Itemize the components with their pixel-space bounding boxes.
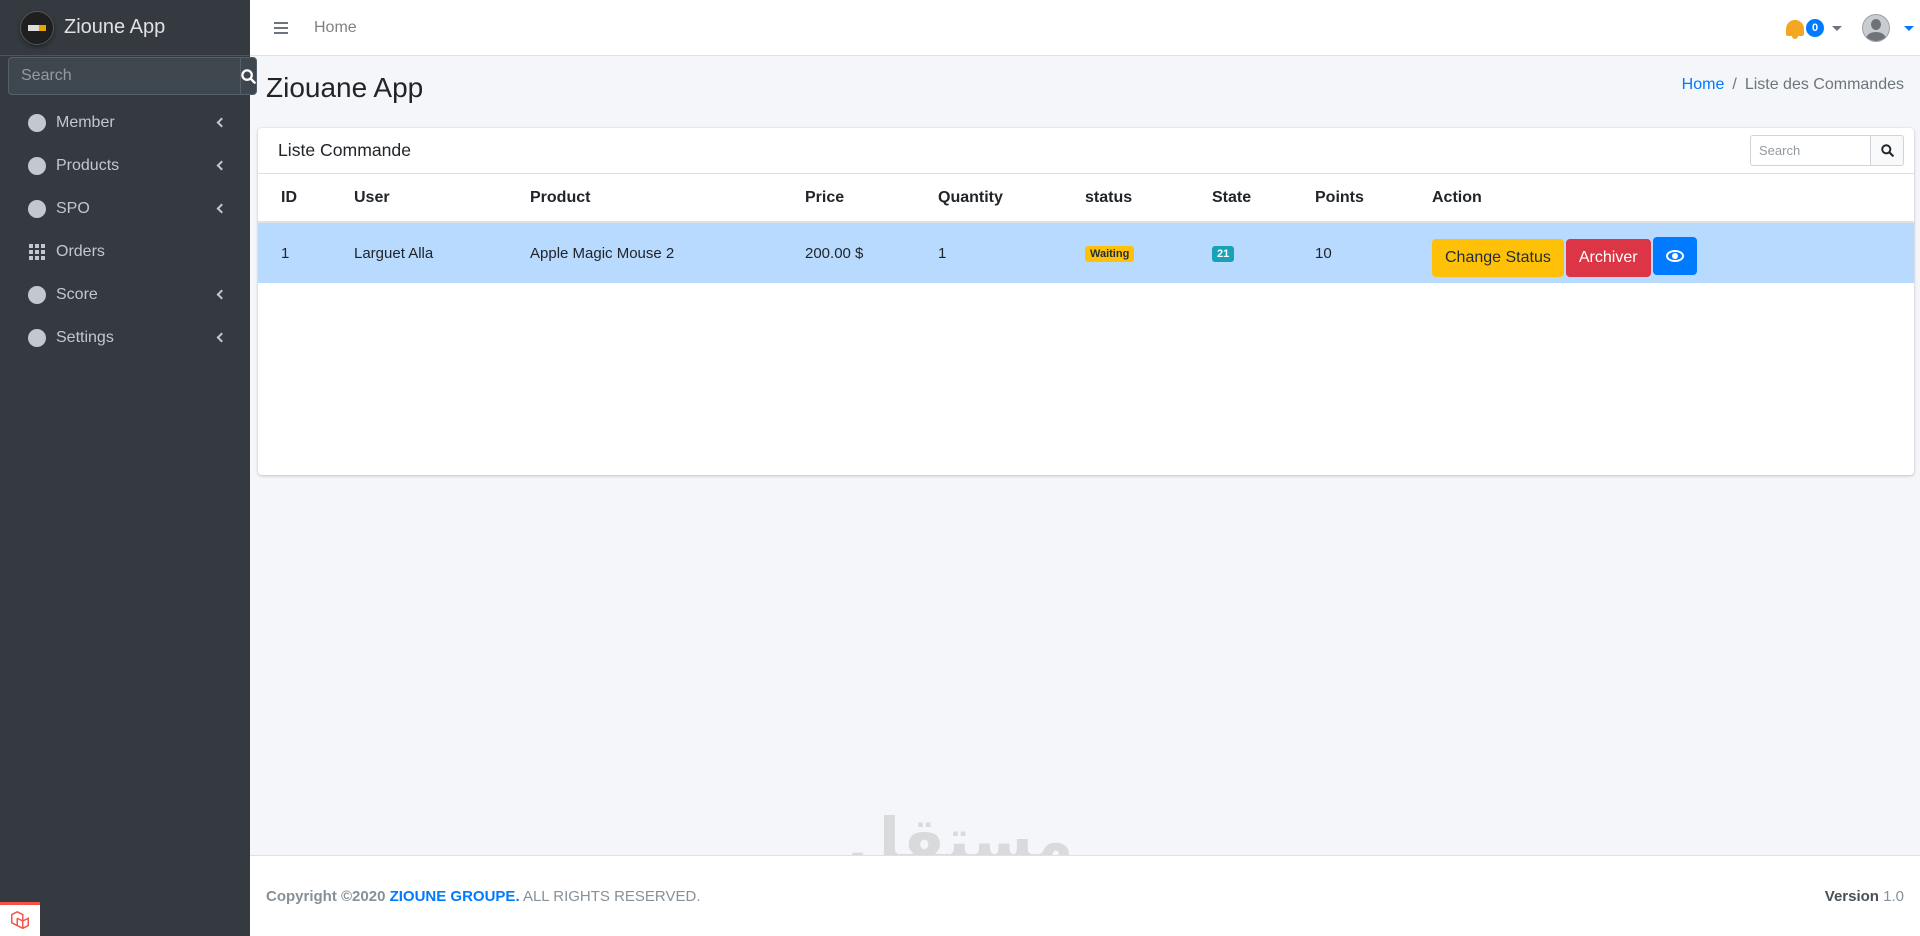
- top-right-menu: 0: [1784, 0, 1920, 56]
- sidebar-item-label: Member: [56, 113, 115, 131]
- chevron-left-icon: [216, 160, 227, 171]
- sidebar-search-button[interactable]: [240, 57, 257, 95]
- version-value: 1.0: [1883, 887, 1904, 905]
- bell-icon: [1784, 17, 1806, 39]
- cell-quantity: 1: [938, 222, 1085, 283]
- user-dropdown[interactable]: [1842, 14, 1920, 42]
- orders-table: ID User Product Price Quantity status St…: [258, 174, 1914, 283]
- table-row: 1 Larguet Alla Apple Magic Mouse 2 200.0…: [258, 222, 1914, 283]
- sidebar-search: [8, 57, 257, 95]
- column-header-status: status: [1085, 174, 1212, 223]
- state-badge: 21: [1212, 246, 1235, 262]
- cell-product: Apple Magic Mouse 2: [530, 222, 805, 283]
- breadcrumb-home-link[interactable]: Home: [1682, 76, 1725, 94]
- sidebar-nav: Member Products SPO Orders Score Setting…: [0, 101, 250, 359]
- company-link[interactable]: ZIOUNE GROUPE.: [390, 888, 520, 905]
- cell-state: 21: [1212, 222, 1315, 283]
- column-header-quantity: Quantity: [938, 174, 1085, 223]
- column-header-user: User: [354, 174, 530, 223]
- change-status-button[interactable]: Change Status: [1432, 239, 1564, 277]
- copyright-prefix: Copyright ©2020: [266, 887, 386, 905]
- sidebar-item-score[interactable]: Score: [0, 273, 250, 316]
- sidebar-item-member[interactable]: Member: [0, 101, 250, 144]
- rights-text: ALL RIGHTS RESERVED.: [522, 887, 701, 905]
- sidebar-item-label: Score: [56, 285, 98, 303]
- circle-icon: [28, 113, 46, 132]
- orders-card: Liste Commande ID User Product Price Qua…: [258, 128, 1914, 475]
- menu-toggle-icon[interactable]: [274, 21, 288, 34]
- laravel-debugbar-icon[interactable]: [0, 902, 40, 936]
- column-header-price: Price: [805, 174, 938, 223]
- caret-down-icon: [1832, 25, 1842, 31]
- brand-link[interactable]: Zioune App: [0, 0, 250, 56]
- sidebar-item-label: SPO: [56, 199, 90, 217]
- sidebar-item-spo[interactable]: SPO: [0, 187, 250, 230]
- brand-logo: [20, 10, 54, 45]
- notifications-dropdown[interactable]: 0: [1784, 17, 1842, 39]
- sidebar-search-input[interactable]: [8, 57, 240, 95]
- view-button[interactable]: [1652, 237, 1697, 275]
- circle-icon: [28, 199, 46, 218]
- column-header-action: Action: [1432, 174, 1914, 223]
- circle-icon: [28, 328, 46, 347]
- cell-price: 200.00 $: [805, 222, 938, 283]
- cell-points: 10: [1315, 222, 1432, 283]
- status-badge: Waiting: [1085, 246, 1135, 262]
- cell-user: Larguet Alla: [354, 222, 530, 283]
- column-header-points: Points: [1315, 174, 1432, 223]
- table-search: [1750, 135, 1904, 166]
- sidebar-item-label: Products: [56, 156, 120, 174]
- sidebar-item-settings[interactable]: Settings: [0, 316, 250, 359]
- brand-text: Zioune App: [64, 16, 166, 38]
- circle-icon: [28, 156, 46, 175]
- avatar: [1862, 14, 1890, 42]
- table-search-input[interactable]: [1750, 135, 1870, 166]
- search-icon: [1880, 144, 1894, 157]
- notification-count-badge: 0: [1806, 19, 1824, 37]
- sidebar-item-label: Settings: [56, 328, 114, 346]
- footer-version: Version 1.0: [1825, 888, 1904, 905]
- table-header-row: ID User Product Price Quantity status St…: [258, 174, 1914, 223]
- column-header-id: ID: [258, 174, 354, 223]
- sidebar-item-label: Orders: [56, 242, 105, 260]
- chevron-left-icon: [216, 332, 227, 343]
- cell-actions: Change Status Archiver: [1432, 222, 1914, 283]
- sidebar-item-orders[interactable]: Orders: [0, 230, 250, 273]
- archive-button[interactable]: Archiver: [1565, 239, 1651, 277]
- footer: Copyright ©2020 ZIOUNE GROUPE. ALL RIGHT…: [250, 855, 1920, 936]
- grid-icon: [28, 243, 46, 261]
- cell-status: Waiting: [1085, 222, 1212, 283]
- breadcrumb-current: Liste des Commandes: [1744, 76, 1904, 93]
- eye-icon: [1665, 250, 1684, 262]
- chevron-left-icon: [216, 289, 227, 300]
- caret-down-icon: [1904, 25, 1914, 31]
- chevron-left-icon: [216, 117, 227, 128]
- table-search-button[interactable]: [1870, 135, 1904, 166]
- top-navbar: Home 0: [250, 0, 1920, 56]
- breadcrumb: Home / Liste des Commandes: [1682, 76, 1904, 94]
- column-header-state: State: [1212, 174, 1315, 223]
- top-home-link[interactable]: Home: [314, 19, 357, 37]
- search-icon: [241, 68, 256, 84]
- breadcrumb-separator: /: [1732, 76, 1737, 93]
- column-header-product: Product: [530, 174, 805, 223]
- footer-copyright: Copyright ©2020 ZIOUNE GROUPE. ALL RIGHT…: [266, 888, 701, 905]
- version-label: Version: [1824, 887, 1879, 905]
- page-title: Ziouane App: [266, 72, 424, 103]
- sidebar-item-products[interactable]: Products: [0, 144, 250, 187]
- circle-icon: [28, 285, 46, 304]
- sidebar: Zioune App Member Products SPO Orders: [0, 0, 257, 936]
- card-header: Liste Commande: [258, 128, 1914, 174]
- card-title: Liste Commande: [278, 140, 411, 160]
- cell-id: 1: [258, 222, 354, 283]
- chevron-left-icon: [216, 203, 227, 214]
